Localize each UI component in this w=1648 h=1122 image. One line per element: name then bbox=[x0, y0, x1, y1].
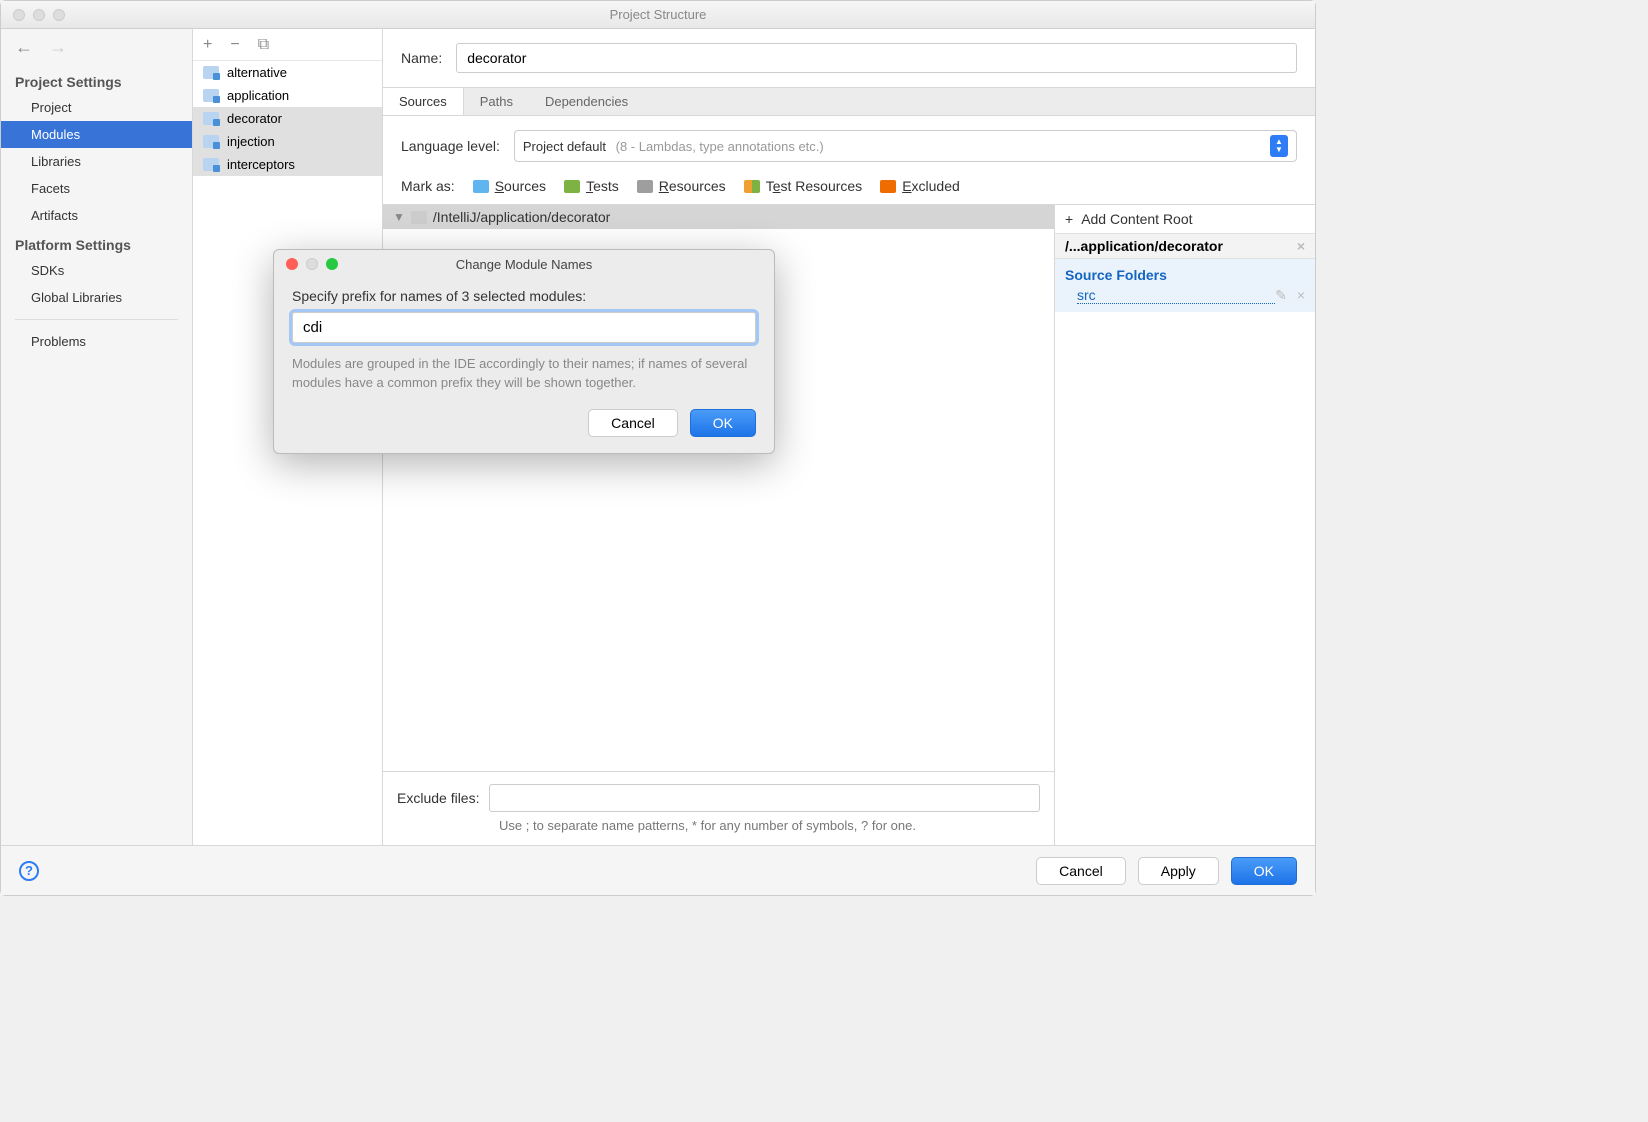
section-project-settings: Project Settings bbox=[1, 66, 192, 94]
source-folders-header: Source Folders bbox=[1065, 263, 1305, 287]
modal-ok-button[interactable]: OK bbox=[690, 409, 756, 437]
sidebar-item-facets[interactable]: Facets bbox=[1, 175, 192, 202]
tab-paths[interactable]: Paths bbox=[464, 88, 529, 115]
modal-hint: Modules are grouped in the IDE according… bbox=[292, 355, 756, 393]
mark-excluded-button[interactable]: Excluded bbox=[880, 178, 960, 194]
language-level-hint: (8 - Lambdas, type annotations etc.) bbox=[616, 139, 824, 154]
ok-button[interactable]: OK bbox=[1231, 857, 1297, 885]
modal-prefix-input[interactable] bbox=[292, 312, 756, 343]
tree-path: /IntelliJ/application/decorator bbox=[433, 209, 610, 225]
edit-icon[interactable]: ✎ bbox=[1275, 287, 1287, 304]
module-folder-icon bbox=[203, 112, 219, 125]
source-folder-item[interactable]: src ✎ × bbox=[1065, 287, 1305, 304]
exclude-input[interactable] bbox=[489, 784, 1040, 812]
footer: ? Cancel Apply OK bbox=[1, 845, 1315, 895]
sidebar-item-modules[interactable]: Modules bbox=[1, 121, 192, 148]
module-item-interceptors[interactable]: interceptors bbox=[193, 153, 382, 176]
sidebar-item-libraries[interactable]: Libraries bbox=[1, 148, 192, 175]
tabs: Sources Paths Dependencies bbox=[383, 87, 1315, 116]
language-level-label: Language level: bbox=[401, 138, 500, 154]
section-platform-settings: Platform Settings bbox=[1, 229, 192, 257]
exclude-hint: Use ; to separate name patterns, * for a… bbox=[499, 818, 1040, 833]
change-module-names-dialog: Change Module Names Specify prefix for n… bbox=[273, 249, 775, 454]
add-module-icon[interactable]: + bbox=[203, 36, 212, 54]
copy-module-icon[interactable]: ⧉ bbox=[258, 36, 269, 54]
modal-cancel-button[interactable]: Cancel bbox=[588, 409, 678, 437]
modal-titlebar: Change Module Names bbox=[274, 250, 774, 278]
window-title: Project Structure bbox=[1, 7, 1315, 22]
module-folder-icon bbox=[203, 89, 219, 102]
window-titlebar: Project Structure bbox=[1, 1, 1315, 29]
sidebar-item-problems[interactable]: Problems bbox=[1, 328, 192, 355]
folder-icon bbox=[411, 211, 427, 224]
mark-sources-button[interactable]: SSourcesources bbox=[473, 178, 546, 194]
module-item-injection[interactable]: injection bbox=[193, 130, 382, 153]
language-level-value: Project default bbox=[523, 139, 606, 154]
sidebar-item-global-libraries[interactable]: Global Libraries bbox=[1, 284, 192, 311]
select-arrows-icon: ▲▼ bbox=[1270, 135, 1288, 157]
modal-prefix-label: Specify prefix for names of 3 selected m… bbox=[292, 288, 756, 304]
module-label: interceptors bbox=[227, 157, 295, 172]
remove-module-icon[interactable]: − bbox=[230, 36, 239, 54]
content-roots-pane: + Add Content Root /...application/decor… bbox=[1055, 204, 1315, 845]
forward-arrow-icon[interactable]: → bbox=[49, 37, 67, 58]
module-item-decorator[interactable]: decorator bbox=[193, 107, 382, 130]
name-input[interactable] bbox=[456, 43, 1297, 73]
back-arrow-icon[interactable]: ← bbox=[15, 37, 33, 58]
name-label: Name: bbox=[401, 50, 442, 66]
sidebar-divider bbox=[15, 319, 178, 320]
tab-sources[interactable]: Sources bbox=[383, 88, 464, 115]
module-toolbar: + − ⧉ bbox=[193, 29, 382, 61]
module-item-alternative[interactable]: alternative bbox=[193, 61, 382, 84]
content-root-path[interactable]: /...application/decorator × bbox=[1055, 233, 1315, 259]
remove-icon[interactable]: × bbox=[1297, 287, 1305, 304]
sidebar-nav: ← → bbox=[1, 37, 192, 66]
excluded-folder-icon bbox=[880, 180, 896, 193]
language-level-select[interactable]: Project default (8 - Lambdas, type annot… bbox=[514, 130, 1297, 162]
mark-test-resources-button[interactable]: Test Resources bbox=[744, 178, 863, 194]
plus-icon: + bbox=[1065, 211, 1073, 227]
source-folder-name: src bbox=[1077, 287, 1275, 304]
module-folder-icon bbox=[203, 135, 219, 148]
sidebar: ← → Project Settings Project Modules Lib… bbox=[1, 29, 193, 845]
module-item-application[interactable]: application bbox=[193, 84, 382, 107]
test-resources-folder-icon bbox=[744, 180, 760, 193]
chevron-down-icon[interactable]: ▼ bbox=[393, 210, 405, 224]
mark-tests-button[interactable]: Tests bbox=[564, 178, 619, 194]
tree-root-row[interactable]: ▼ /IntelliJ/application/decorator bbox=[383, 205, 1054, 229]
sources-folder-icon bbox=[473, 180, 489, 193]
module-label: alternative bbox=[227, 65, 287, 80]
tab-dependencies[interactable]: Dependencies bbox=[529, 88, 644, 115]
module-label: application bbox=[227, 88, 289, 103]
exclude-row: Exclude files: Use ; to separate name pa… bbox=[383, 771, 1054, 845]
add-content-root-button[interactable]: + Add Content Root bbox=[1055, 205, 1315, 233]
sidebar-item-sdks[interactable]: SDKs bbox=[1, 257, 192, 284]
markas-label: Mark as: bbox=[401, 178, 455, 194]
exclude-label: Exclude files: bbox=[397, 790, 479, 806]
resources-folder-icon bbox=[637, 180, 653, 193]
tests-folder-icon bbox=[564, 180, 580, 193]
mark-resources-button[interactable]: Resources bbox=[637, 178, 726, 194]
apply-button[interactable]: Apply bbox=[1138, 857, 1219, 885]
module-folder-icon bbox=[203, 158, 219, 171]
remove-root-icon[interactable]: × bbox=[1297, 238, 1305, 254]
module-label: decorator bbox=[227, 111, 282, 126]
cancel-button[interactable]: Cancel bbox=[1036, 857, 1126, 885]
help-icon[interactable]: ? bbox=[19, 861, 39, 881]
sidebar-item-project[interactable]: Project bbox=[1, 94, 192, 121]
sidebar-item-artifacts[interactable]: Artifacts bbox=[1, 202, 192, 229]
content-root-label: /...application/decorator bbox=[1065, 238, 1223, 254]
modal-title: Change Module Names bbox=[274, 257, 774, 272]
module-label: injection bbox=[227, 134, 275, 149]
module-folder-icon bbox=[203, 66, 219, 79]
